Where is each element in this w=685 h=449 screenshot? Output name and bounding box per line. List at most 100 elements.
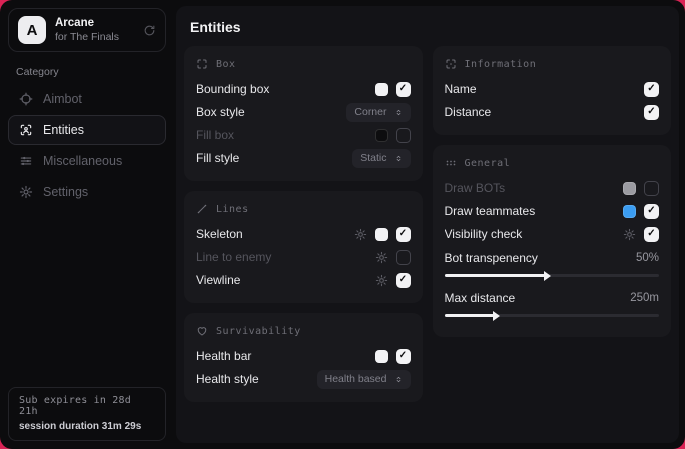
bounding-box-row: Bounding box ✓	[196, 78, 411, 100]
slider-handle[interactable]	[493, 311, 500, 321]
line-to-enemy-checkbox[interactable]	[396, 250, 411, 265]
panel-general: GeneralDraw BOTsDraw teammates✓Visibilit…	[433, 145, 672, 337]
sidebar-item-miscellaneous[interactable]: Miscellaneous	[8, 146, 166, 176]
skeleton-label: Skeleton	[196, 227, 346, 241]
line-to-enemy-row: Line to enemy	[196, 246, 411, 268]
fill-style-label: Fill style	[196, 151, 344, 165]
sidebar-item-label: Entities	[43, 123, 84, 137]
max-distance-slider-row: Max distance250m	[445, 286, 660, 325]
box-style-dropdown[interactable]: Corner	[346, 103, 410, 122]
brand-name: Arcane	[55, 17, 119, 29]
sidebar-item-aimbot[interactable]: Aimbot	[8, 84, 166, 114]
sidebar-item-label: Aimbot	[43, 92, 82, 106]
viewline-checkbox[interactable]: ✓	[396, 273, 411, 288]
line-icon	[196, 203, 208, 215]
box-corners-icon	[196, 58, 208, 70]
draw-bots-label: Draw BOTs	[445, 181, 616, 195]
grid-dots-icon	[445, 157, 457, 169]
sub-expiry-text: Sub expires in 28d 21h	[19, 395, 155, 417]
vitality-icon	[196, 325, 208, 337]
panel-title: Box	[216, 59, 236, 70]
gear-icon[interactable]	[623, 228, 636, 241]
fill-box-color-swatch[interactable]	[375, 129, 388, 142]
panel-title: Information	[465, 59, 537, 70]
updown-icon	[394, 154, 403, 163]
sidebar-item-label: Settings	[43, 185, 88, 199]
draw-teammates-color-swatch[interactable]	[623, 205, 636, 218]
panel-title: General	[465, 158, 511, 169]
skeleton-checkbox[interactable]: ✓	[396, 227, 411, 242]
draw-bots-color-swatch[interactable]	[623, 182, 636, 195]
refresh-icon[interactable]	[143, 24, 156, 37]
category-label: Category	[16, 66, 158, 78]
brand-card: A Arcane for The Finals	[8, 8, 166, 52]
dropdown-value: Corner	[354, 106, 386, 118]
updown-icon	[394, 375, 403, 384]
draw-teammates-checkbox[interactable]: ✓	[644, 204, 659, 219]
distance-checkbox[interactable]: ✓	[644, 105, 659, 120]
visibility-check-row: Visibility check✓	[445, 223, 660, 245]
bot-transpenency-label: Bot transpenency	[445, 251, 636, 265]
health-bar-checkbox[interactable]: ✓	[396, 349, 411, 364]
sidebar-item-settings[interactable]: Settings	[8, 177, 166, 207]
max-distance-slider[interactable]	[445, 314, 660, 317]
brand-subtitle: for The Finals	[55, 31, 119, 43]
name-row: Name✓	[445, 78, 660, 100]
sidebar-nav: Aimbot Entities Miscellaneous Settings	[8, 84, 166, 207]
panel-title: Lines	[216, 204, 249, 215]
fill-box-label: Fill box	[196, 128, 367, 142]
bot-transpenency-slider[interactable]	[445, 274, 660, 277]
max-distance-value: 250m	[630, 292, 659, 304]
gear-icon[interactable]	[375, 251, 388, 264]
gear-icon[interactable]	[375, 274, 388, 287]
skeleton-row: Skeleton ✓	[196, 223, 411, 245]
fill-style-dropdown[interactable]: Static	[352, 149, 410, 168]
subscription-card: Sub expires in 28d 21h session duration …	[8, 387, 166, 441]
panel-header-survivability: Survivability	[196, 325, 411, 337]
panel-header-general: General	[445, 157, 660, 169]
page-title: Entities	[176, 6, 679, 46]
session-duration-text: session duration 31m 29s	[19, 421, 155, 432]
health-style-dropdown[interactable]: Health based	[317, 370, 411, 389]
panel-title: Survivability	[216, 326, 301, 337]
panel-box: Box Bounding box ✓ Box styleCorner Fill box F…	[184, 46, 423, 181]
slider-fill	[445, 274, 546, 277]
slider-fill	[445, 314, 494, 317]
health-bar-color-swatch[interactable]	[375, 350, 388, 363]
gear-icon	[19, 185, 33, 199]
scan-person-icon	[19, 123, 33, 137]
name-checkbox[interactable]: ✓	[644, 82, 659, 97]
sidebar: A Arcane for The Finals Category Aimbot E…	[0, 0, 174, 449]
main-panel: Entities Box Bounding box ✓ Box styleCorner…	[176, 6, 679, 443]
bot-transpenency-slider-row: Bot transpenency50%	[445, 246, 660, 285]
draw-teammates-label: Draw teammates	[445, 204, 616, 218]
viewline-row: Viewline✓	[196, 269, 411, 291]
health-bar-row: Health bar ✓	[196, 345, 411, 367]
brand-text: Arcane for The Finals	[55, 17, 119, 43]
sidebar-item-entities[interactable]: Entities	[8, 115, 166, 145]
panel-column-1: Box Bounding box ✓ Box styleCorner Fill box F…	[184, 46, 423, 402]
panel-lines: Lines Skeleton ✓ Line to enemyViewline✓	[184, 191, 423, 303]
panels-container: Box Bounding box ✓ Box styleCorner Fill box F…	[176, 46, 679, 410]
distance-row: Distance✓	[445, 101, 660, 123]
bounding-box-color-swatch[interactable]	[375, 83, 388, 96]
draw-bots-checkbox[interactable]	[644, 181, 659, 196]
app-logo: A	[18, 16, 46, 44]
gear-icon[interactable]	[354, 228, 367, 241]
box-style-row: Box styleCorner	[196, 101, 411, 123]
draw-teammates-row: Draw teammates ✓	[445, 200, 660, 222]
bounding-box-label: Bounding box	[196, 82, 367, 96]
dropdown-value: Static	[360, 152, 386, 164]
slider-handle[interactable]	[544, 271, 551, 281]
bot-transpenency-value: 50%	[636, 252, 659, 264]
skeleton-color-swatch[interactable]	[375, 228, 388, 241]
fill-box-checkbox[interactable]	[396, 128, 411, 143]
panel-header-information: Information	[445, 58, 660, 70]
sidebar-item-label: Miscellaneous	[43, 154, 122, 168]
health-bar-label: Health bar	[196, 349, 367, 363]
max-distance-label: Max distance	[445, 291, 631, 305]
app-window: A Arcane for The Finals Category Aimbot E…	[0, 0, 685, 449]
panel-header-lines: Lines	[196, 203, 411, 215]
visibility-check-checkbox[interactable]: ✓	[644, 227, 659, 242]
bounding-box-checkbox[interactable]: ✓	[396, 82, 411, 97]
